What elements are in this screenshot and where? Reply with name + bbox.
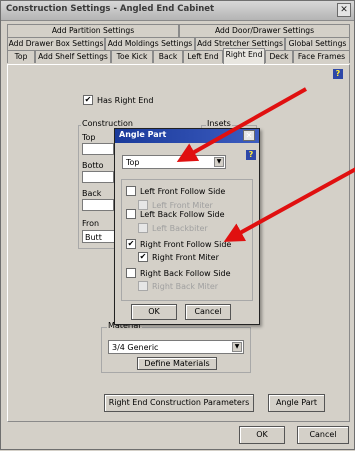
- bottom-field[interactable]: [82, 171, 114, 183]
- tab-toe-kick[interactable]: Toe Kick: [111, 50, 153, 63]
- define-materials-button[interactable]: Define Materials: [137, 357, 217, 370]
- checkmark-icon: ✔: [84, 95, 92, 104]
- window-title: Construction Settings - Angled End Cabin…: [6, 4, 215, 14]
- top-label: Top: [82, 133, 96, 142]
- has-right-end-label: Has Right End: [97, 96, 154, 105]
- right-back-miter-checkbox: [138, 281, 148, 291]
- left-backbiter-checkbox: [138, 223, 148, 233]
- ok-button[interactable]: OK: [239, 426, 285, 444]
- right-front-miter-label: Right Front Miter: [152, 253, 219, 262]
- help-icon[interactable]: ?: [333, 69, 343, 79]
- dialog-close-icon[interactable]: ✕: [243, 130, 255, 141]
- right-front-miter-checkbox[interactable]: ✔: [138, 252, 148, 262]
- right-back-miter-label: Right Back Miter: [152, 282, 219, 291]
- left-front-miter-checkbox: [138, 200, 148, 210]
- title-bar: Construction Settings - Angled End Cabin…: [1, 1, 354, 21]
- tab-face-frames[interactable]: Face Frames: [293, 50, 350, 63]
- right-back-follow-side-label: Right Back Follow Side: [140, 269, 231, 278]
- back-field[interactable]: [82, 199, 114, 211]
- part-select[interactable]: Top ▼: [122, 155, 226, 169]
- right-end-construction-parameters-button[interactable]: Right End Construction Parameters: [104, 394, 254, 412]
- chevron-down-icon[interactable]: ▼: [214, 157, 224, 167]
- left-back-follow-side-label: Left Back Follow Side: [140, 210, 225, 219]
- tab-right-end[interactable]: Right End: [223, 48, 265, 64]
- construction-settings-window: Construction Settings - Angled End Cabin…: [0, 0, 355, 450]
- has-right-end-checkbox[interactable]: ✔: [83, 95, 93, 105]
- checkmark-icon: ✔: [127, 239, 135, 248]
- tab-global-settings[interactable]: Global Settings: [285, 37, 350, 50]
- angle-part-title-bar: Angle Part ✕: [115, 129, 259, 143]
- back-label: Back: [82, 189, 102, 198]
- front-label: Fron: [82, 219, 100, 228]
- right-back-follow-side-checkbox[interactable]: [126, 268, 136, 278]
- angle-part-dialog: Angle Part ✕ ? Top ▼ Left Front Follow S…: [114, 128, 260, 325]
- material-value: 3/4 Generic: [112, 343, 159, 352]
- construction-group-label: Construction: [81, 119, 134, 128]
- checkmark-icon: ✔: [139, 252, 147, 261]
- dialog-ok-button[interactable]: OK: [131, 304, 177, 320]
- front-value: Butt: [85, 233, 102, 242]
- part-select-value: Top: [126, 158, 140, 167]
- right-front-follow-side-checkbox[interactable]: ✔: [126, 239, 136, 249]
- tab-add-shelf-settings[interactable]: Add Shelf Settings: [35, 50, 111, 63]
- left-backbiter-label: Left Backbiter: [152, 224, 208, 233]
- bottom-label: Botto: [82, 161, 104, 170]
- left-front-follow-side-label: Left Front Follow Side: [140, 187, 226, 196]
- tab-add-door-drawer-settings[interactable]: Add Door/Drawer Settings: [179, 24, 350, 37]
- insets-group-label: Insets: [206, 119, 232, 128]
- left-front-follow-side-checkbox[interactable]: [126, 186, 136, 196]
- tab-add-moldings-settings[interactable]: Add Moldings Settings: [105, 37, 195, 50]
- top-field[interactable]: [82, 143, 114, 155]
- right-front-follow-side-label: Right Front Follow Side: [140, 240, 232, 249]
- angle-part-title: Angle Part: [119, 130, 167, 139]
- close-icon[interactable]: ✕: [337, 3, 351, 17]
- dialog-cancel-button[interactable]: Cancel: [185, 304, 231, 320]
- tab-add-drawer-box-settings[interactable]: Add Drawer Box Settings: [7, 37, 105, 50]
- left-front-miter-label: Left Front Miter: [152, 201, 213, 210]
- chevron-down-icon[interactable]: ▼: [232, 342, 242, 352]
- angle-part-button[interactable]: Angle Part: [268, 394, 325, 412]
- front-field[interactable]: Butt: [82, 230, 116, 243]
- tab-add-partition-settings[interactable]: Add Partition Settings: [7, 24, 179, 37]
- tab-deck[interactable]: Deck: [265, 50, 293, 63]
- cancel-button[interactable]: Cancel: [297, 426, 349, 444]
- left-back-follow-side-checkbox[interactable]: [126, 209, 136, 219]
- dialog-help-icon[interactable]: ?: [246, 150, 256, 160]
- tab-left-end[interactable]: Left End: [183, 50, 223, 63]
- material-select[interactable]: 3/4 Generic ▼: [108, 340, 244, 354]
- tab-top[interactable]: Top: [7, 50, 35, 63]
- tab-back[interactable]: Back: [153, 50, 183, 63]
